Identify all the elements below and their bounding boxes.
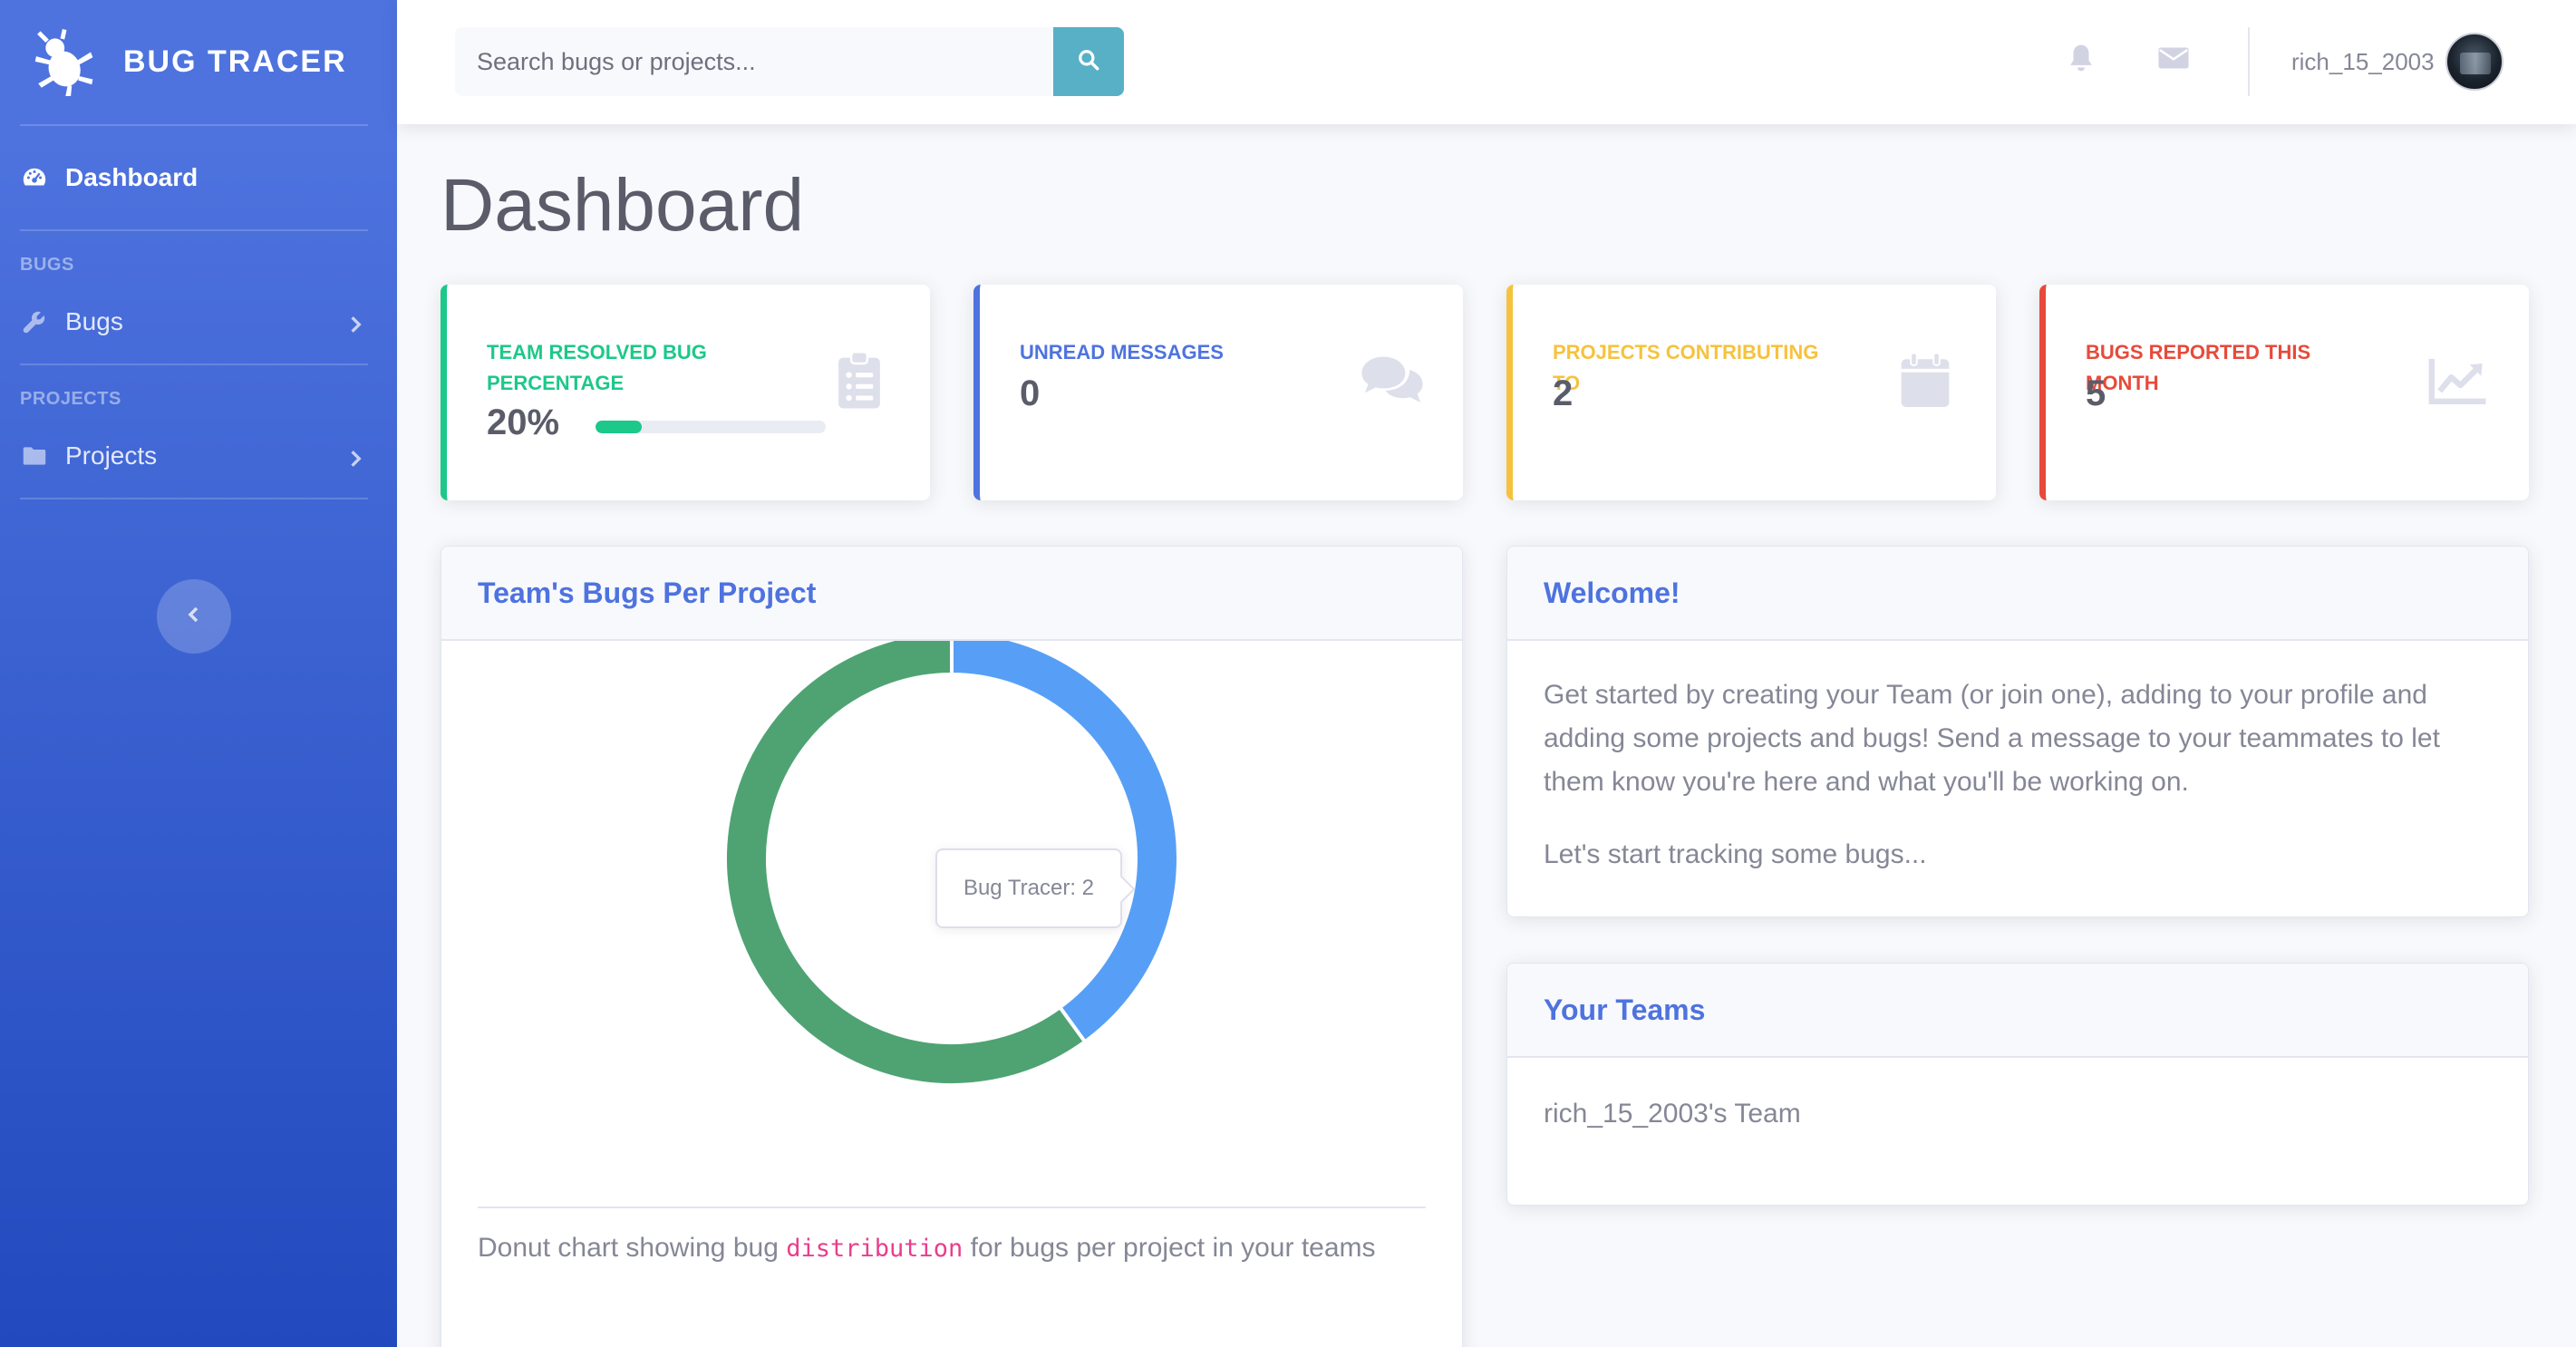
wrench-icon: [20, 307, 49, 336]
stat-value: 5: [2086, 373, 2106, 413]
messages-button[interactable]: [2155, 42, 2192, 78]
sidebar-heading-projects: PROJECTS: [20, 389, 121, 409]
calendar-icon: [1893, 348, 1958, 413]
comments-icon: [1360, 348, 1425, 413]
team-item[interactable]: rich_15_2003's Team: [1544, 1092, 2492, 1136]
bell-icon: [2067, 43, 2096, 78]
chart-divider: [478, 1206, 1426, 1208]
chart-caption-text: Donut chart showing bug: [478, 1233, 787, 1263]
welcome-panel: Welcome! Get started by creating your Te…: [1506, 546, 2529, 917]
chart-caption-code: distribution: [786, 1235, 964, 1263]
sidebar-heading-bugs: BUGS: [20, 255, 74, 275]
stat-title: BUGS REPORTED THIS MONTH: [2086, 341, 2311, 394]
sidebar-item-label: Bugs: [65, 307, 123, 335]
sidebar-item-label: Projects: [65, 441, 158, 470]
search-input[interactable]: [455, 27, 1053, 96]
stat-value: 20%: [487, 402, 560, 442]
brand-link[interactable]: BUG TRACER: [0, 0, 397, 124]
sidebar: BUG TRACER Dashboard BUGS Bugs PROJECTS …: [0, 0, 397, 1347]
search-bar: [455, 27, 1124, 96]
bug-icon: [29, 28, 98, 97]
sidebar-item-projects[interactable]: Projects: [0, 414, 397, 498]
stat-value: 0: [1020, 373, 1041, 413]
sidebar-toggle-button[interactable]: [157, 579, 231, 654]
chevron-left-icon: [185, 606, 203, 628]
stat-card-messages: UNREAD MESSAGES 0: [973, 285, 1463, 500]
chevron-right-icon: [346, 446, 366, 467]
donut-slice[interactable]: [950, 629, 1180, 1045]
chart-panel: Team's Bugs Per Project Donut chart show…: [441, 546, 1463, 1347]
stat-title: UNREAD MESSAGES: [1020, 341, 1224, 363]
teams-list: rich_15_2003's Team: [1507, 1058, 2528, 1172]
stat-card-projects: PROJECTS CONTRIBUTING TO 2: [1506, 285, 1996, 500]
search-icon: [1077, 48, 1100, 76]
sidebar-item-label: Dashboard: [65, 163, 199, 191]
chart-tooltip: Bug Tracer: 2: [935, 848, 1122, 928]
folder-icon: [20, 441, 49, 470]
tachometer-icon: [20, 163, 49, 192]
welcome-panel-body: Get started by creating your Team (or jo…: [1507, 641, 2528, 913]
alerts-button[interactable]: [2063, 42, 2099, 78]
brand-name: BUG TRACER: [123, 44, 347, 79]
sidebar-item-bugs[interactable]: Bugs: [0, 280, 397, 363]
page-title: Dashboard: [441, 164, 805, 247]
chart-caption-text: for bugs per project in your teams: [963, 1233, 1376, 1263]
chevron-right-icon: [346, 312, 366, 333]
welcome-text: Get started by creating your Team (or jo…: [1544, 680, 2440, 797]
chart-caption: Donut chart showing bug distribution for…: [478, 1226, 1426, 1271]
sidebar-item-dashboard[interactable]: Dashboard: [0, 126, 397, 229]
teams-panel: Your Teams rich_15_2003's Team: [1506, 963, 2529, 1206]
teams-panel-title: Your Teams: [1507, 964, 2528, 1058]
progress-fill: [596, 421, 642, 433]
user-dropdown[interactable]: rich_15_2003: [2291, 33, 2503, 91]
username: rich_15_2003: [2291, 47, 2435, 75]
progress-bar: [596, 421, 826, 433]
topbar-divider: [2248, 27, 2250, 96]
chart-line-icon: [2426, 348, 2491, 413]
chart-panel-title: Team's Bugs Per Project: [441, 547, 1462, 641]
welcome-text: Let's start tracking some bugs...: [1544, 839, 1927, 869]
avatar: [2445, 33, 2503, 91]
topbar: rich_15_2003: [397, 0, 2576, 124]
stat-card-resolved: TEAM RESOLVED BUG PERCENTAGE 20%: [441, 285, 930, 500]
stat-value: 2: [1553, 373, 1574, 413]
stat-title: PROJECTS CONTRIBUTING TO: [1553, 341, 1819, 394]
stat-title: TEAM RESOLVED BUG PERCENTAGE: [487, 341, 707, 394]
envelope-icon: [2157, 45, 2190, 75]
welcome-panel-title: Welcome!: [1507, 547, 2528, 641]
search-button[interactable]: [1053, 27, 1124, 96]
sidebar-divider: [20, 498, 368, 499]
clipboard-list-icon: [827, 348, 892, 413]
stat-card-bugs-month: BUGS REPORTED THIS MONTH 5: [2039, 285, 2529, 500]
